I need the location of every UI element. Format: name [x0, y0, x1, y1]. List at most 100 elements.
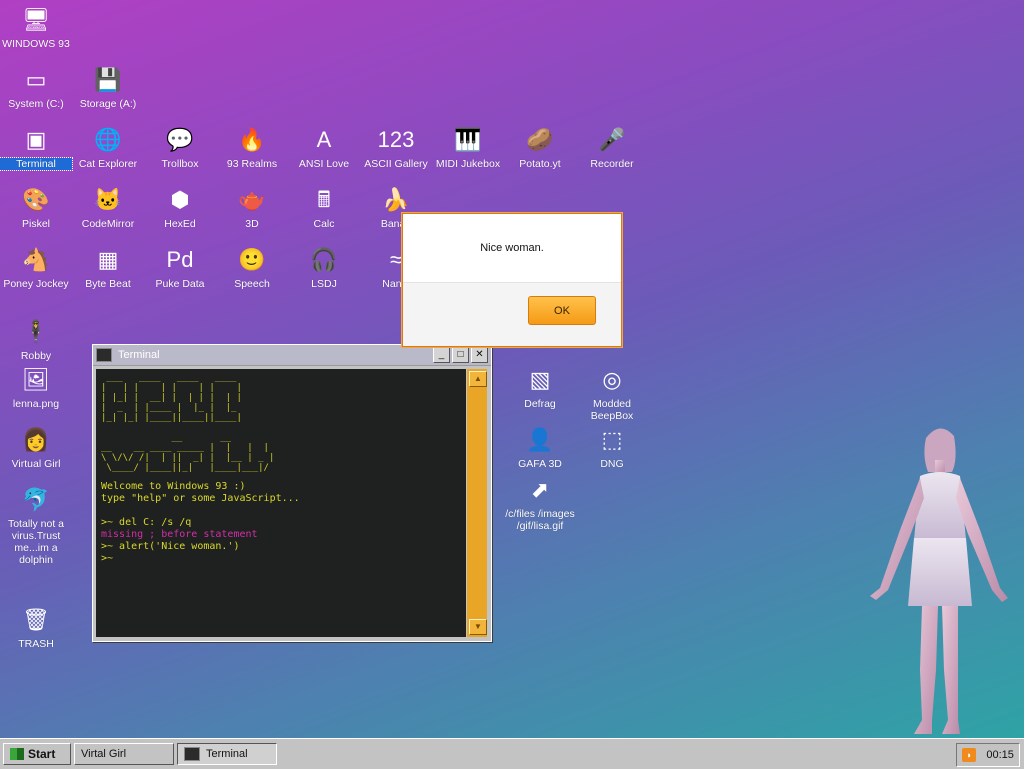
terminal-line: >~: [101, 553, 114, 564]
desktop-icon-bytebeat[interactable]: ▦ Byte Beat: [72, 244, 144, 290]
desktop-icon-label: LSDJ: [311, 278, 337, 290]
desktop-icon-ascii-gallery[interactable]: 123 ASCII Gallery: [360, 124, 432, 170]
hard-drive-icon: ▭: [25, 67, 47, 92]
robby-icon: 🕴: [22, 319, 50, 344]
dolphin-icon: 🐬: [22, 487, 50, 512]
desktop-icon-palette[interactable]: 🎨 Piskel: [0, 184, 72, 230]
desktop-icon-midi-jukebox[interactable]: 🎹 MIDI Jukebox: [432, 124, 504, 170]
desktop-icon-teapot[interactable]: 🫖 3D: [216, 184, 288, 230]
ansi-love-icon: A: [316, 127, 332, 152]
desktop-icon-terminal[interactable]: ▣ Terminal: [0, 124, 73, 171]
windows-logo-icon: [10, 748, 24, 760]
desktop-icon-realms[interactable]: 🔥 93 Realms: [216, 124, 288, 170]
virtual-girl-icon: 👩: [22, 427, 50, 452]
beepbox-icon: ◎: [602, 367, 622, 392]
task-virtual-girl[interactable]: Virtal Girl: [74, 743, 174, 765]
system-tray: ◗ 00:15: [956, 743, 1020, 767]
scroll-up-icon[interactable]: ▲: [469, 371, 487, 387]
start-label: Start: [28, 747, 56, 761]
desktop-icon-computer[interactable]: 🖥 WINDOWS 93: [0, 4, 72, 50]
terminal-window[interactable]: Terminal _ □ ✕ ___ ____ ____ ____ | | | …: [92, 344, 492, 642]
desktop-icon-codemirror[interactable]: 🐱 CodeMirror: [72, 184, 144, 230]
cat-explorer-icon: 🌐: [94, 127, 122, 152]
ok-button[interactable]: OK: [528, 296, 596, 325]
desktop-icon-label: ASCII Gallery: [364, 158, 428, 170]
desktop-icon-lsdj[interactable]: 🎧 LSDJ: [288, 244, 360, 290]
shortcut-icon: ⬈: [530, 477, 550, 502]
desktop-icon-potato[interactable]: 🥔 Potato.yt: [504, 124, 576, 170]
desktop-icon-label: Storage (A:): [79, 98, 137, 110]
desktop-icon-trollbox[interactable]: 💬 Trollbox: [144, 124, 216, 170]
desktop-icon-label: Trollbox: [161, 158, 199, 170]
desktop-icon-microphone[interactable]: 🎤 Recorder: [576, 124, 648, 170]
desktop-icon-label: DNG: [600, 458, 624, 470]
desktop-icon-label: ANSI Love: [298, 158, 350, 170]
start-button[interactable]: Start: [3, 743, 71, 765]
teapot-icon: 🫖: [238, 187, 266, 212]
puredata-icon: Pd: [166, 247, 194, 272]
desktop-icon-label: MIDI Jukebox: [435, 158, 501, 170]
terminal-line: type "help" or some JavaScript...: [101, 493, 300, 504]
desktop-icon-label: Potato.yt: [519, 158, 561, 170]
palette-icon: 🎨: [22, 187, 50, 212]
terminal-line: >~ del C: /s /q: [101, 517, 192, 528]
desktop-icon-virtual-girl[interactable]: 👩 Virtual Girl: [0, 424, 72, 470]
alert-dialog: Nice woman. OK: [402, 213, 622, 347]
speech-icon: 🙂: [238, 247, 266, 272]
desktop-icon-ansi-love[interactable]: A ANSI Love: [288, 124, 360, 170]
desktop-icon-dng[interactable]: ⬚ DNG: [576, 424, 648, 470]
desktop-icon-calculator[interactable]: 🖩 Calc: [288, 184, 360, 230]
desktop-icon-pony[interactable]: 🐴 Poney Jockey: [0, 244, 72, 290]
desktop-icon-label: WINDOWS 93: [2, 38, 70, 50]
rss-feed-icon[interactable]: ◗: [962, 748, 977, 762]
hello-world-ascii-art: ___ ____ ____ ____ | | | | | | | | | |_|…: [101, 373, 275, 473]
desktop-icon-label: HexEd: [164, 218, 196, 230]
desktop-icon-shortcut[interactable]: ⬈ /c/files /images /gif/lisa.gif: [504, 474, 576, 532]
bytebeat-icon: ▦: [97, 247, 119, 272]
desktop-icon-hard-drive[interactable]: ▭ System (C:): [0, 64, 72, 110]
desktop-icon-label: Totally not a virus.Trust me...im a dolp…: [7, 518, 65, 566]
terminal-icon: [184, 747, 200, 761]
desktop-icon-label: Virtual Girl: [11, 458, 61, 470]
desktop-icon-label: Piskel: [21, 218, 50, 230]
dialog-message: Nice woman.: [403, 214, 621, 283]
trash-icon: 🗑: [22, 607, 50, 632]
terminal-line: Welcome to Windows 93 :): [101, 481, 246, 492]
terminal-titlebar[interactable]: Terminal _ □ ✕: [93, 345, 491, 366]
scroll-down-icon[interactable]: ▼: [469, 619, 487, 635]
minimize-button[interactable]: _: [433, 347, 450, 363]
desktop-icon-label: /c/files /images /gif/lisa.gif: [505, 508, 575, 532]
terminal-line: >~ alert('Nice woman.'): [101, 541, 240, 552]
virtual-girl-figure[interactable]: [862, 420, 1012, 738]
terminal-icon: [96, 348, 112, 362]
desktop-icon-floppy-drive[interactable]: 💾 Storage (A:): [72, 64, 144, 110]
taskbar: Start Virtal Girl Terminal ◗ 00:15: [0, 738, 1024, 769]
desktop-icon-label: Calc: [313, 218, 335, 230]
dng-icon: ⬚: [601, 427, 623, 452]
desktop-icon-puredata[interactable]: Pd Puke Data: [144, 244, 216, 290]
terminal-line: missing ; before statement: [101, 529, 258, 540]
maximize-button[interactable]: □: [452, 347, 469, 363]
desktop-icon-cube[interactable]: ⬢ HexEd: [144, 184, 216, 230]
close-button[interactable]: ✕: [471, 347, 488, 363]
desktop-icon-speech[interactable]: 🙂 Speech: [216, 244, 288, 290]
vertical-scrollbar[interactable]: ▲ ▼: [467, 369, 487, 637]
desktop-icon-dolphin[interactable]: 🐬 Totally not a virus.Trust me...im a dol…: [0, 484, 72, 566]
clock: 00:15: [986, 749, 1014, 761]
desktop-icon-defrag[interactable]: ▧ Defrag: [504, 364, 576, 410]
computer-icon: 🖥: [22, 7, 50, 32]
desktop-icon-image-file[interactable]: 🖼 lenna.png: [0, 364, 72, 410]
floppy-drive-icon: 💾: [94, 67, 122, 92]
desktop-icon-trash[interactable]: 🗑 TRASH: [0, 604, 72, 650]
terminal-output[interactable]: ___ ____ ____ ____ | | | | | | | | | |_|…: [96, 369, 466, 637]
dialog-footer: OK: [403, 283, 621, 346]
desktop-icon-label: GAFA 3D: [518, 458, 562, 470]
task-terminal[interactable]: Terminal: [177, 743, 277, 765]
desktop-icon-robby[interactable]: 🕴 Robby: [0, 316, 72, 362]
defrag-icon: ▧: [529, 367, 551, 392]
desktop-icon-cat-explorer[interactable]: 🌐 Cat Explorer: [72, 124, 144, 170]
desktop-icon-beepbox[interactable]: ◎ Modded BeepBox: [576, 364, 648, 422]
desktop-icon-label: Puke Data: [155, 278, 205, 290]
desktop-icon-gafa[interactable]: 👤 GAFA 3D: [504, 424, 576, 470]
